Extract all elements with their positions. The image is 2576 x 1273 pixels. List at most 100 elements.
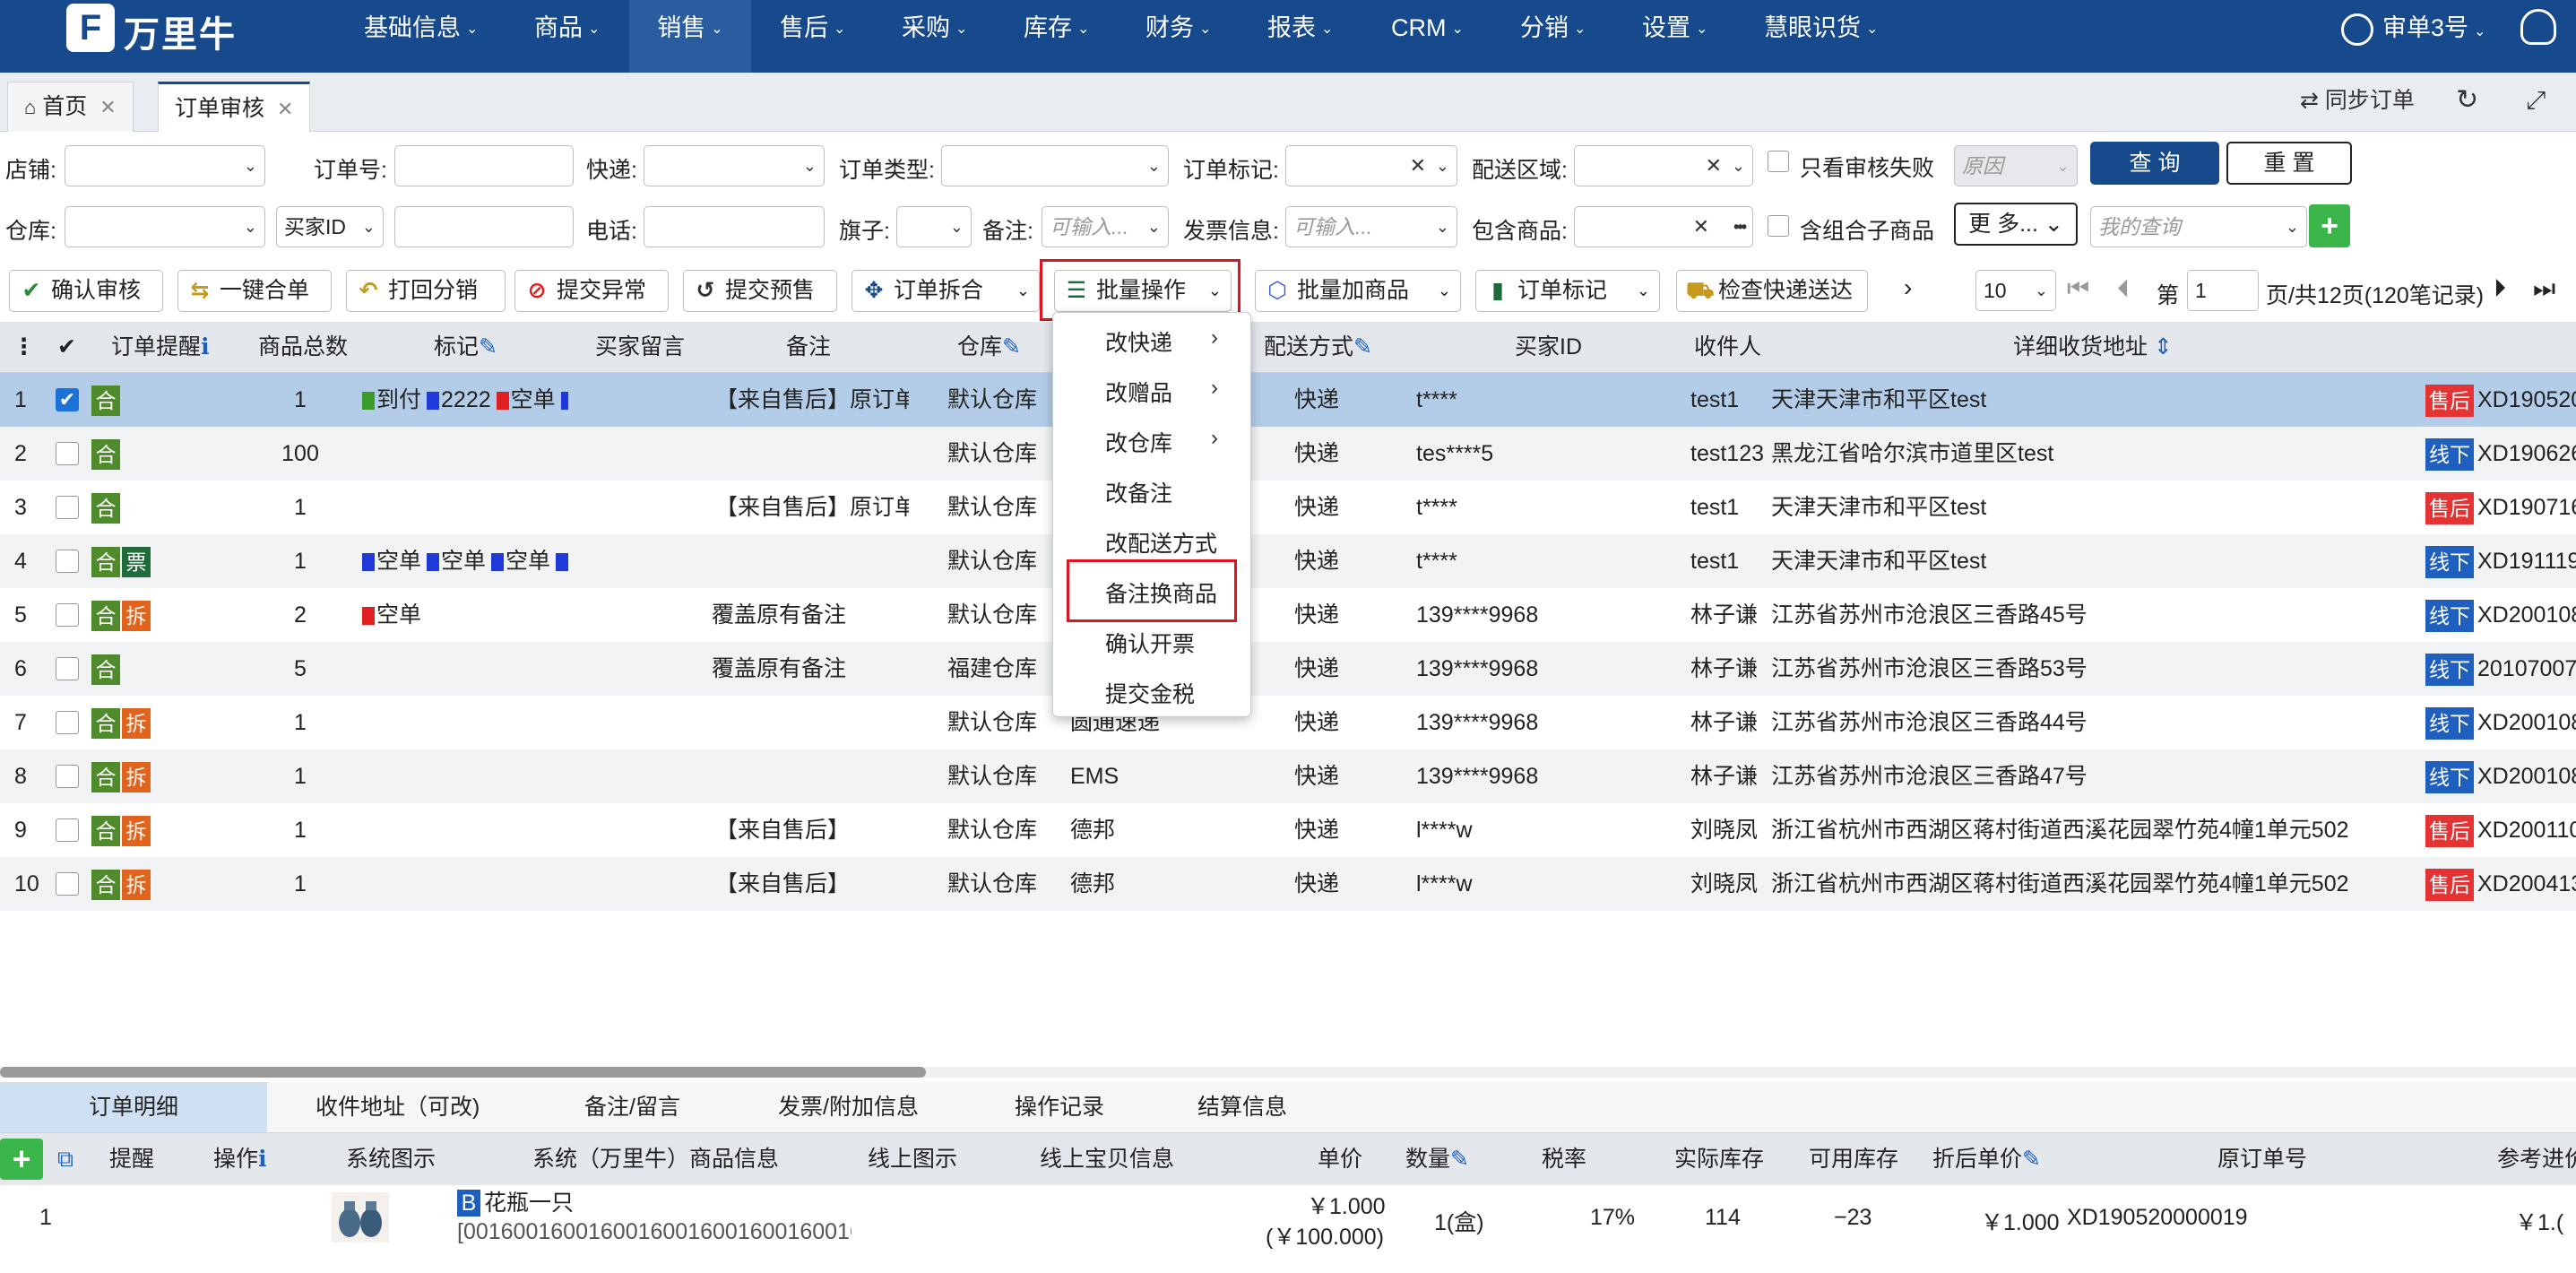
- row-checkbox[interactable]: [56, 711, 79, 734]
- query-button[interactable]: 查 询: [2090, 142, 2219, 185]
- reason-select[interactable]: 原因 ⌄: [1954, 145, 2078, 186]
- submit-presale-button[interactable]: ↺ 提交预售: [683, 270, 837, 312]
- nav-settings[interactable]: 设置 ⌄: [1642, 0, 1707, 73]
- add-query-button[interactable]: +: [2309, 204, 2350, 247]
- warehouse-select[interactable]: ⌄: [65, 206, 265, 247]
- row-checkbox[interactable]: [56, 872, 79, 896]
- order-no-input[interactable]: [394, 145, 574, 186]
- menu-change-express[interactable]: 改快递 ›: [1105, 325, 1218, 358]
- next-page-icon[interactable]: ⏵: [2494, 274, 2506, 304]
- tab-operation-log[interactable]: 操作记录: [1015, 1082, 1104, 1132]
- add-item-button[interactable]: +: [0, 1139, 43, 1180]
- return-distribution-button[interactable]: ↶ 打回分销: [346, 270, 506, 312]
- vase-product-image[interactable]: [332, 1192, 389, 1243]
- table-row[interactable]: 1 ✔ 合 1 到付 2222 空单 【来自售后】原订单: 默认仓库 快递 t**** test1 天津…: [0, 373, 2576, 427]
- menu-change-gift[interactable]: 改赠品 ›: [1105, 376, 1218, 408]
- row-checkbox[interactable]: [56, 657, 79, 680]
- nav-basic-info[interactable]: 基础信息 ⌄: [364, 0, 478, 73]
- tab-order-review[interactable]: 订单审核 ✕: [158, 82, 311, 132]
- goods-name[interactable]: B 花瓶一只: [457, 1185, 574, 1217]
- row-checkbox[interactable]: [56, 818, 79, 842]
- table-row[interactable]: 9 合拆 1 【来自售后】 默认仓库 德邦 快递 l****w 刘晓凤 浙江省杭州市西湖区蒋村街道…: [0, 803, 2576, 857]
- order-mark-select[interactable]: ✕ ⌄: [1285, 145, 1457, 186]
- only-failed-checkbox[interactable]: [1768, 151, 1789, 172]
- nav-after-sales[interactable]: 售后 ⌄: [780, 0, 845, 73]
- menu-change-delivery[interactable]: 改配送方式: [1105, 526, 1217, 559]
- close-icon[interactable]: ✕: [99, 96, 116, 118]
- nav-reports[interactable]: 报表 ⌄: [1267, 0, 1333, 73]
- row-checkbox[interactable]: [56, 496, 79, 519]
- tab-order-detail[interactable]: 订单明细: [0, 1082, 267, 1132]
- my-query-select[interactable]: 我的查询 ⌄: [2090, 206, 2307, 247]
- nav-sales[interactable]: 销售 ⌄: [629, 0, 751, 73]
- nav-finance[interactable]: 财务 ⌄: [1145, 0, 1211, 73]
- row-checkbox[interactable]: ✔: [56, 388, 79, 411]
- close-icon[interactable]: ✕: [277, 98, 293, 120]
- invoice-select[interactable]: 可输入... ⌄: [1285, 206, 1457, 247]
- tab-remark-message[interactable]: 备注/留言: [584, 1082, 680, 1132]
- reset-button[interactable]: 重 置: [2226, 142, 2352, 185]
- last-page-icon[interactable]: ⏭: [2533, 274, 2555, 304]
- tab-home[interactable]: ⌂ 首页 ✕: [7, 82, 134, 132]
- tab-shipping-address[interactable]: 收件地址（可改): [316, 1082, 480, 1132]
- shop-select[interactable]: ⌄: [65, 145, 265, 186]
- user-menu[interactable]: 审单3号 ⌄: [2341, 0, 2485, 56]
- prev-page-icon[interactable]: ⏴: [2117, 274, 2130, 304]
- scrollbar-thumb[interactable]: [0, 1067, 926, 1078]
- menu-change-warehouse[interactable]: 改仓库 ›: [1105, 426, 1218, 458]
- row-checkbox[interactable]: [56, 765, 79, 788]
- table-row[interactable]: 6 合 5 覆盖原有备注 福建仓库 快递 139****9968 林子谦 江苏省苏州市沧浪区三香…: [0, 642, 2576, 696]
- discount-price-value[interactable]: ￥1.000: [1981, 1205, 2060, 1237]
- table-row[interactable]: 3 合 1 【来自售后】原订单: 默认仓库 快递 t**** test1 天津天津市和平区tes…: [0, 481, 2576, 534]
- tab-invoice-info[interactable]: 发票/附加信息: [778, 1082, 919, 1132]
- fullscreen-icon[interactable]: ⤢: [2526, 73, 2546, 128]
- page-number-input[interactable]: 1: [2187, 270, 2259, 311]
- nav-crm[interactable]: CRM ⌄: [1391, 0, 1464, 73]
- remark-select[interactable]: 可输入... ⌄: [1042, 206, 1169, 247]
- toolbar-more-icon[interactable]: ›: [1904, 273, 1912, 302]
- table-row[interactable]: 5 合拆 2 空单 覆盖原有备注 默认仓库 快递 139****9968 林子谦 江苏省苏州市沧浪…: [0, 588, 2576, 642]
- order-mark-button[interactable]: ▮ 订单标记 ⌄: [1475, 270, 1660, 312]
- table-row[interactable]: 2 合 100 默认仓库 快递 tes****5 test123 黑龙江省哈尔滨市道里区tes…: [0, 427, 2576, 481]
- nav-goods[interactable]: 商品 ⌄: [534, 0, 600, 73]
- area-select[interactable]: ✕ ⌄: [1574, 145, 1753, 186]
- first-page-icon[interactable]: ⏮: [2067, 274, 2089, 304]
- customer-service-icon[interactable]: [2520, 9, 2556, 45]
- nav-distribution[interactable]: 分销 ⌄: [1520, 0, 1586, 73]
- flag-select[interactable]: ⌄: [896, 206, 972, 247]
- split-merge-button[interactable]: ✥ 订单拆合 ⌄: [851, 270, 1040, 312]
- quantity-value[interactable]: 1(盒): [1434, 1205, 1484, 1237]
- refresh-icon[interactable]: ↻: [2456, 73, 2478, 128]
- sync-orders-button[interactable]: ⇄ 同步订单: [2300, 73, 2415, 128]
- nav-purchase[interactable]: 采购 ⌄: [902, 0, 967, 73]
- horizontal-scrollbar[interactable]: [0, 1067, 2576, 1078]
- copy-icon[interactable]: ⧉: [57, 1133, 73, 1185]
- menu-change-remark[interactable]: 改备注: [1105, 476, 1172, 508]
- check-delivery-button[interactable]: ⛟ 检查快递送达: [1676, 270, 1868, 312]
- row-checkbox[interactable]: [56, 442, 79, 465]
- table-row[interactable]: 8 合拆 1 默认仓库 EMS 快递 139****9968 林子谦 江苏省苏州市沧浪区三香路4…: [0, 749, 2576, 803]
- batch-add-goods-button[interactable]: ⬡ 批量加商品 ⌄: [1255, 270, 1461, 312]
- submit-exception-button[interactable]: ⊘ 提交异常: [514, 270, 669, 312]
- nav-smart-recognition[interactable]: 慧眼识货 ⌄: [1764, 0, 1878, 73]
- order-type-select[interactable]: ⌄: [941, 145, 1169, 186]
- include-combo-checkbox[interactable]: [1768, 215, 1789, 237]
- more-filters-button[interactable]: 更 多... ⌄: [1954, 203, 2078, 246]
- menu-confirm-invoice[interactable]: 确认开票: [1105, 627, 1195, 659]
- contains-goods-input[interactable]: ✕ •••: [1574, 206, 1753, 247]
- express-select[interactable]: ⌄: [644, 145, 825, 186]
- table-row[interactable]: 4 合票 1 空单 空单 空单 默认仓库 快递 t**** test1 天津天津市和平区test 线下…: [0, 534, 2576, 588]
- confirm-review-button[interactable]: ✔ 确认审核: [9, 270, 163, 312]
- nav-inventory[interactable]: 库存 ⌄: [1024, 0, 1089, 73]
- select-all-icon[interactable]: ✔: [57, 322, 76, 372]
- row-checkbox[interactable]: [56, 603, 79, 627]
- row-checkbox[interactable]: [56, 550, 79, 573]
- table-row[interactable]: 10 合拆 1 【来自售后】 默认仓库 德邦 快递 l****w 刘晓凤 浙江省杭州市西湖区蒋村街…: [0, 857, 2576, 911]
- menu-submit-tax[interactable]: 提交金税: [1105, 677, 1195, 709]
- tab-settlement[interactable]: 结算信息: [1197, 1082, 1287, 1132]
- page-size-select[interactable]: 10 ⌄: [1975, 270, 2056, 311]
- buyer-id-type-select[interactable]: 买家ID ⌄: [276, 206, 384, 247]
- buyer-id-input[interactable]: [394, 206, 574, 247]
- column-menu-icon[interactable]: ⋮: [13, 322, 35, 372]
- table-row[interactable]: 7 合拆 1 默认仓库 圆通速递 快递 139****9968 林子谦 江苏省苏州市沧浪区三香路…: [0, 696, 2576, 749]
